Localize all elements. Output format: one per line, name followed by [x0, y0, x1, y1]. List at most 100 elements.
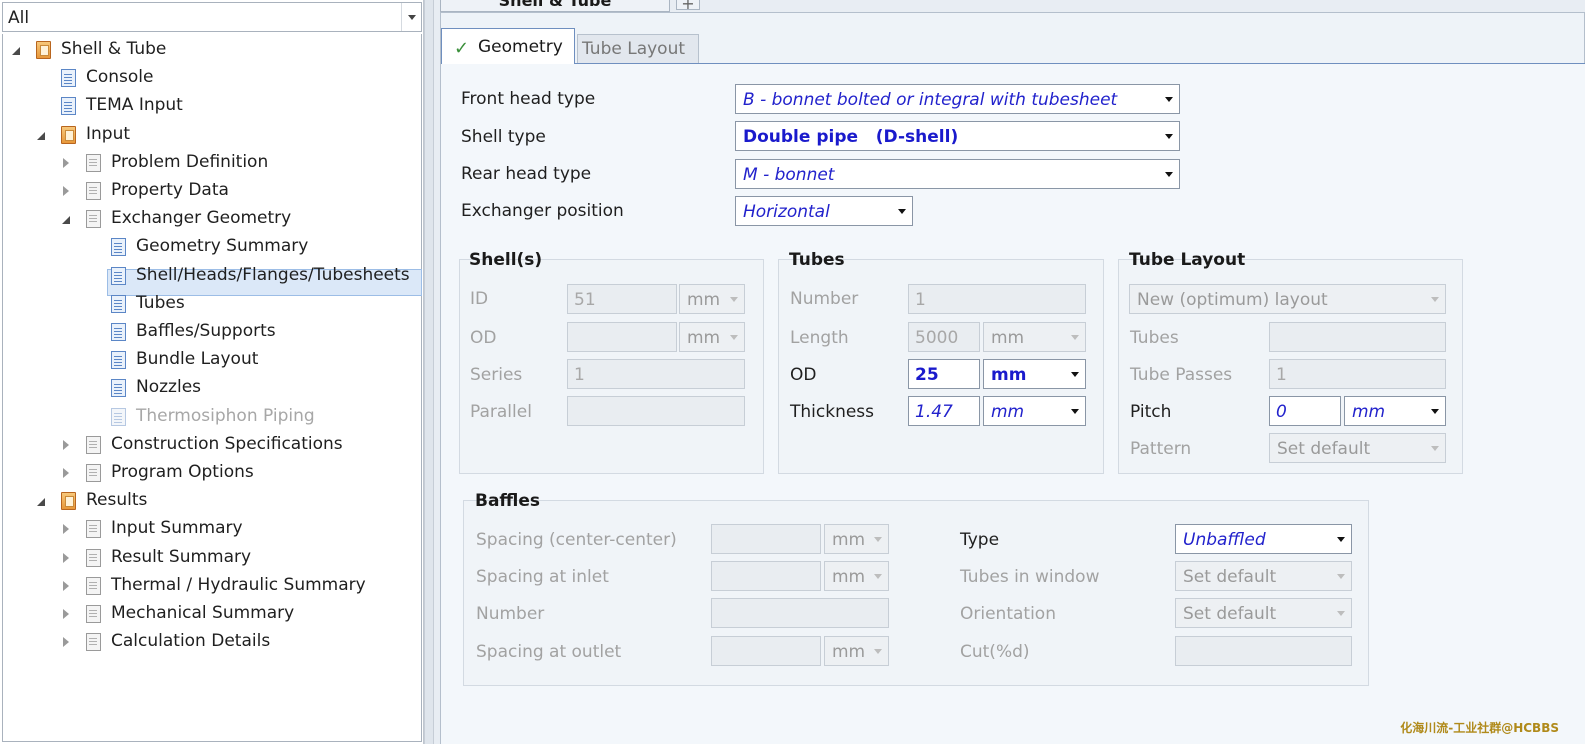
- tab-geometry[interactable]: ✓ Geometry: [441, 28, 575, 64]
- chevron-down-icon[interactable]: [401, 3, 421, 31]
- collapse-arrow-icon[interactable]: [36, 496, 46, 507]
- spacing-inlet-input[interactable]: [711, 561, 821, 591]
- doc-icon: [111, 266, 126, 285]
- rear-head-type-dropdown[interactable]: M - bonnet: [735, 159, 1180, 189]
- expand-arrow-icon[interactable]: [61, 157, 71, 168]
- shell-od-input[interactable]: [567, 322, 677, 352]
- page-icon: [86, 464, 101, 482]
- panel-splitter[interactable]: [424, 0, 434, 744]
- spacing-cc-unit-dropdown[interactable]: mm: [824, 524, 889, 554]
- folder-icon: [61, 492, 76, 511]
- series-value: 1: [574, 365, 585, 385]
- shell-id-input[interactable]: 51: [567, 284, 677, 314]
- expand-arrow-icon[interactable]: [61, 186, 71, 196]
- page-icon: [86, 605, 101, 623]
- tree-item-thermosiphon-piping[interactable]: Thermosiphon Piping: [3, 404, 421, 430]
- expand-arrow-icon[interactable]: [61, 552, 71, 563]
- chevron-down-icon: [1165, 97, 1173, 102]
- collapse-arrow-icon[interactable]: [11, 45, 21, 55]
- tree-item-input[interactable]: Input: [3, 122, 421, 148]
- baffles-title: Baffles: [475, 491, 541, 511]
- shell-id-unit-dropdown[interactable]: mm: [679, 284, 745, 314]
- baffle-type-label: Type: [960, 530, 1000, 550]
- pattern-dropdown[interactable]: Set default: [1269, 433, 1446, 463]
- thickness-unit-dropdown[interactable]: mm: [983, 396, 1086, 426]
- tree-item-results[interactable]: Results: [3, 488, 421, 514]
- expand-arrow-icon[interactable]: [61, 524, 71, 535]
- tree-item-shell-heads-flanges-tubesheets[interactable]: Shell/Heads/Flanges/Tubesheets: [3, 263, 421, 289]
- collapse-arrow-icon[interactable]: [36, 130, 46, 140]
- tube-od-unit-dropdown[interactable]: mm: [983, 359, 1086, 389]
- layout-tubes-input[interactable]: [1269, 322, 1446, 352]
- page-icon: [86, 153, 101, 172]
- baffle-number-input[interactable]: [711, 598, 889, 628]
- tree-item-program-options[interactable]: Program Options: [3, 460, 421, 486]
- front-head-type-dropdown[interactable]: B - bonnet bolted or integral with tubes…: [735, 84, 1180, 114]
- tree-item-label: Geometry Summary: [136, 236, 309, 257]
- tube-od-input[interactable]: 25: [908, 359, 980, 389]
- page-icon: [86, 520, 101, 539]
- tube-length-input[interactable]: 5000: [908, 322, 980, 352]
- tab-shell-and-tube[interactable]: Shell & Tube: [440, 0, 670, 12]
- shell-id-unit: mm: [687, 290, 721, 310]
- pitch-input[interactable]: 0: [1269, 396, 1341, 426]
- tab-tube-layout[interactable]: Tube Layout: [577, 34, 699, 64]
- spacing-outlet-input[interactable]: [711, 636, 821, 666]
- tree-item-thermal-hydraulic-summary[interactable]: Thermal / Hydraulic Summary: [3, 573, 421, 599]
- tube-number-input[interactable]: 1: [908, 284, 1086, 314]
- exchanger-position-dropdown[interactable]: Horizontal: [735, 196, 913, 226]
- tree-item-construction-specifications[interactable]: Construction Specifications: [3, 432, 421, 458]
- tree-item-nozzles[interactable]: Nozzles: [3, 375, 421, 401]
- tree-item-tubes[interactable]: Tubes: [3, 291, 421, 317]
- tube-length-unit: mm: [991, 328, 1025, 348]
- thickness-label: Thickness: [790, 402, 875, 422]
- tree-item-bundle-layout[interactable]: Bundle Layout: [3, 347, 421, 373]
- tube-length-unit-dropdown[interactable]: mm: [983, 322, 1086, 352]
- doc-icon: [61, 69, 76, 88]
- tree-item-problem-definition[interactable]: Problem Definition: [3, 150, 421, 176]
- tree-item-result-summary[interactable]: Result Summary: [3, 545, 421, 571]
- tree-item-label: Bundle Layout: [136, 349, 259, 370]
- orientation-label: Orientation: [960, 604, 1056, 624]
- shell-type-value: Double pipe (D-shell): [743, 127, 959, 147]
- tree-item-baffles-supports[interactable]: Baffles/Supports: [3, 319, 421, 345]
- expand-arrow-icon[interactable]: [61, 580, 71, 591]
- orientation-dropdown[interactable]: Set default: [1175, 598, 1352, 628]
- tree-item-property-data[interactable]: Property Data: [3, 178, 421, 204]
- expand-arrow-icon[interactable]: [61, 439, 71, 450]
- tree-item-calculation-details[interactable]: Calculation Details: [3, 629, 421, 655]
- spacing-inlet-unit-dropdown[interactable]: mm: [824, 561, 889, 591]
- check-icon: ✓: [454, 38, 470, 59]
- baffle-type-dropdown[interactable]: Unbaffled: [1175, 524, 1352, 554]
- spacing-cc-input[interactable]: [711, 524, 821, 554]
- tree-item-exchanger-geometry[interactable]: Exchanger Geometry: [3, 206, 421, 232]
- expand-arrow-icon[interactable]: [61, 609, 71, 619]
- tree-item-shell-tube[interactable]: Shell & Tube: [3, 37, 421, 63]
- tree-item-input-summary[interactable]: Input Summary: [3, 516, 421, 542]
- chevron-down-icon: [874, 537, 882, 542]
- tree-item-console[interactable]: Console: [3, 65, 421, 91]
- tree-item-label: Construction Specifications: [111, 433, 343, 454]
- add-tab-button[interactable]: +: [676, 0, 700, 13]
- tube-od-unit: mm: [991, 365, 1027, 385]
- tree-item-geometry-summary[interactable]: Geometry Summary: [3, 234, 421, 260]
- thickness-input[interactable]: 1.47: [908, 396, 980, 426]
- cut-input[interactable]: [1175, 636, 1352, 666]
- shell-type-dropdown[interactable]: Double pipe (D-shell): [735, 121, 1180, 151]
- tree-item-mechanical-summary[interactable]: Mechanical Summary: [3, 601, 421, 627]
- spacing-outlet-unit-dropdown[interactable]: mm: [824, 636, 889, 666]
- tube-od-value: 25: [915, 365, 939, 385]
- expand-arrow-icon[interactable]: [61, 468, 71, 478]
- filter-dropdown[interactable]: All: [2, 2, 422, 32]
- pitch-unit-dropdown[interactable]: mm: [1344, 396, 1446, 426]
- series-input[interactable]: 1: [567, 359, 745, 389]
- tubes-in-window-dropdown[interactable]: Set default: [1175, 561, 1352, 591]
- shell-od-unit-dropdown[interactable]: mm: [679, 322, 745, 352]
- tube-passes-input[interactable]: 1: [1269, 359, 1446, 389]
- tree-item-label: Shell/Heads/Flanges/Tubesheets: [136, 264, 410, 285]
- collapse-arrow-icon[interactable]: [61, 214, 71, 225]
- parallel-input[interactable]: [567, 396, 745, 426]
- tree-item-tema-input[interactable]: TEMA Input: [3, 93, 421, 119]
- expand-arrow-icon[interactable]: [61, 637, 71, 648]
- layout-option-dropdown[interactable]: New (optimum) layout: [1129, 284, 1446, 314]
